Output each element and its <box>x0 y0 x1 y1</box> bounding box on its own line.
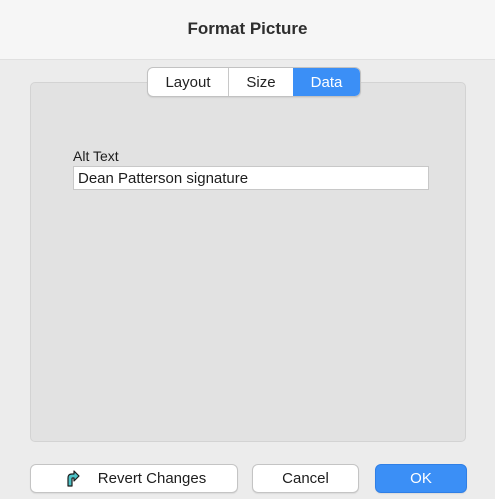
format-picture-dialog: Format Picture Layout Size Data Alt Text… <box>0 0 495 499</box>
revert-arrow-icon <box>62 469 80 488</box>
revert-changes-button[interactable]: Revert Changes <box>30 464 238 493</box>
title-bar[interactable]: Format Picture <box>0 0 495 60</box>
data-tab-panel <box>30 82 466 442</box>
cancel-button[interactable]: Cancel <box>252 464 359 493</box>
revert-changes-label: Revert Changes <box>97 470 207 487</box>
tab-layout[interactable]: Layout <box>148 68 229 96</box>
alt-text-label: Alt Text <box>73 148 119 164</box>
cancel-label: Cancel <box>282 470 329 487</box>
tab-size[interactable]: Size <box>229 68 293 96</box>
dialog-title: Format Picture <box>187 18 308 38</box>
tab-switcher: Layout Size Data <box>147 67 361 97</box>
ok-button[interactable]: OK <box>375 464 467 493</box>
ok-label: OK <box>410 470 432 487</box>
alt-text-input[interactable] <box>73 166 429 190</box>
tab-data[interactable]: Data <box>293 68 360 96</box>
